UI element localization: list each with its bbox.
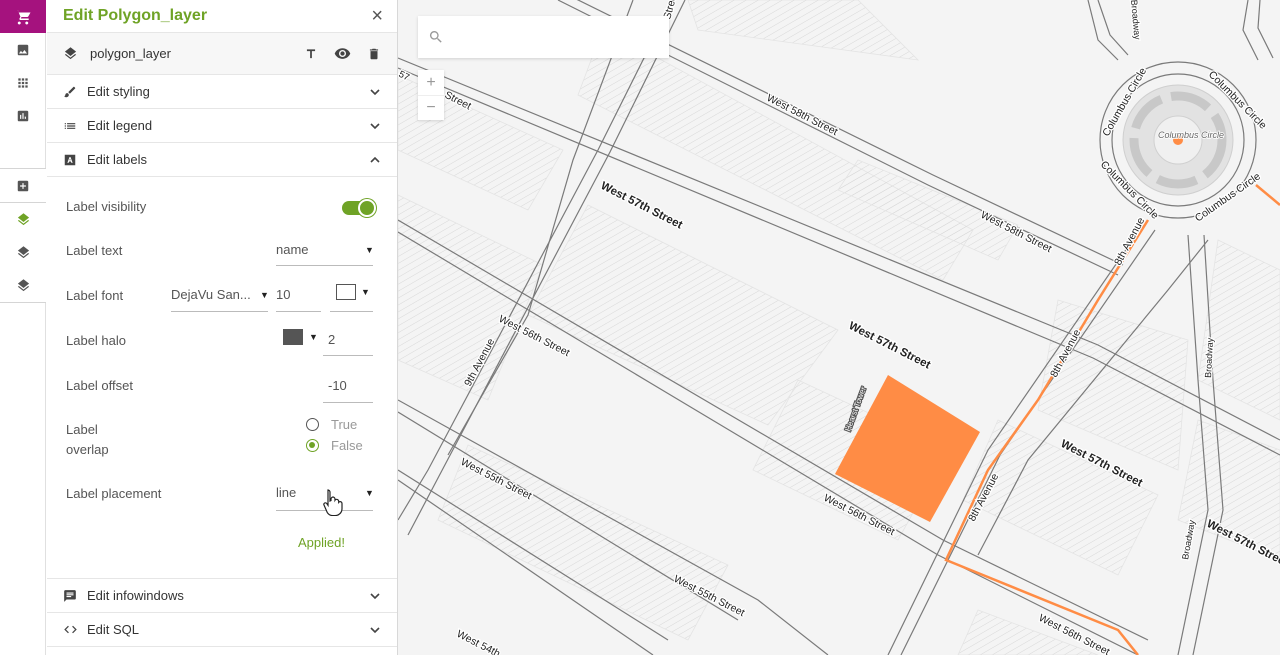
text-icon[interactable]	[304, 47, 318, 61]
street-label: Columbus Circle	[1158, 130, 1224, 140]
caret-down-icon: ▼	[365, 488, 374, 498]
layers-icon	[64, 47, 77, 60]
section-edit-legend[interactable]: Edit legend	[47, 109, 397, 143]
section-label: Edit SQL	[87, 622, 140, 637]
cart-icon	[16, 9, 31, 24]
layers-icon	[17, 213, 29, 226]
label-offset-value: -10	[328, 378, 347, 393]
chevron-down-icon	[370, 88, 380, 95]
section-label: Edit legend	[87, 118, 153, 133]
chevron-up-icon	[370, 156, 380, 163]
street-label: Broadway	[1203, 337, 1215, 378]
caret-down-icon: ▼	[309, 332, 318, 342]
section-edit-sql[interactable]: Edit SQL	[47, 613, 397, 647]
label-text-select[interactable]: name	[276, 236, 373, 266]
label-overlap-label-line1: Label	[66, 422, 98, 437]
overlap-false-label: False	[331, 438, 363, 453]
caret-down-icon: ▼	[361, 287, 370, 297]
zoom-control: + −	[418, 70, 444, 120]
map-search[interactable]	[418, 16, 669, 58]
label-offset-label: Label offset	[66, 378, 133, 393]
label-overlap-label-line2: overlap	[66, 442, 109, 457]
rail-item-basemaps[interactable]	[0, 33, 46, 66]
search-icon	[429, 31, 442, 43]
label-font-size-input[interactable]: 10	[276, 281, 321, 312]
label-font-size-value: 10	[276, 287, 291, 302]
rail-item-analysis[interactable]	[0, 99, 46, 132]
layer-name: polygon_layer	[90, 46, 171, 61]
label-placement-label: Label placement	[66, 486, 162, 501]
chevron-down-icon	[370, 626, 380, 633]
label-offset-input[interactable]: -10	[323, 371, 373, 403]
icon-rail	[0, 0, 46, 655]
panel-title: Edit Polygon_layer	[63, 7, 208, 24]
label-visibility-toggle[interactable]	[342, 199, 376, 217]
overlap-false-radio[interactable]	[306, 439, 319, 452]
label-halo-size-input[interactable]: 2	[323, 325, 373, 356]
rail-layer-1[interactable]	[0, 203, 46, 236]
section-label: Edit styling	[87, 84, 150, 99]
label-placement-value: line	[276, 485, 297, 500]
close-button[interactable]: ×	[371, 6, 383, 26]
text-box-icon	[64, 154, 76, 165]
section-label: Edit infowindows	[87, 588, 184, 603]
hand-cursor-icon	[323, 489, 343, 516]
app-root: Edit Polygon_layer × polygon_layer Edit …	[0, 0, 1280, 655]
map-canvas[interactable]: Hearst Tower West 58th Street West 58th …	[398, 0, 1280, 655]
panel-header: Edit Polygon_layer ×	[47, 0, 397, 33]
label-visibility-label: Label visibility	[66, 199, 147, 214]
caret-down-icon: ▼	[260, 290, 269, 300]
label-halo-label: Label halo	[66, 333, 126, 348]
chart-icon	[17, 110, 29, 121]
label-font-select[interactable]: DejaVu San...	[171, 281, 268, 312]
labels-form: Label visibility Label text name ▼ Label…	[47, 177, 397, 579]
font-color-swatch	[336, 284, 356, 300]
zoom-in-button[interactable]: +	[418, 70, 444, 95]
overlap-true-radio[interactable]	[306, 418, 319, 431]
label-font-value: DejaVu San...	[171, 287, 251, 302]
label-halo-size-value: 2	[328, 332, 336, 347]
rail-item-widgets[interactable]	[0, 66, 46, 99]
section-edit-styling[interactable]: Edit styling	[47, 75, 397, 109]
section-edit-labels[interactable]: Edit labels	[47, 143, 397, 177]
image-icon	[17, 44, 29, 55]
label-font-label: Label font	[66, 288, 124, 303]
chevron-down-icon	[370, 122, 380, 129]
layers-icon	[17, 246, 29, 259]
comment-icon	[64, 589, 76, 602]
brush-icon	[64, 86, 76, 97]
code-icon	[64, 625, 77, 634]
zoom-out-button[interactable]: −	[418, 95, 444, 120]
section-edit-infowindows[interactable]: Edit infowindows	[47, 579, 397, 613]
add-box-icon	[17, 180, 29, 191]
grid-icon	[18, 77, 28, 88]
label-text-value: name	[276, 242, 309, 257]
rail-layer-3[interactable]	[0, 269, 46, 302]
eye-icon[interactable]	[334, 45, 351, 62]
halo-color-swatch[interactable]	[283, 329, 303, 345]
chevron-down-icon	[370, 592, 380, 599]
trash-icon[interactable]	[367, 47, 381, 61]
rail-layers-group	[0, 168, 46, 303]
list-icon	[64, 122, 76, 129]
basket-button[interactable]	[0, 0, 46, 33]
add-layer-button[interactable]	[0, 169, 46, 202]
section-label: Edit labels	[87, 152, 147, 167]
caret-down-icon: ▼	[365, 245, 374, 255]
layers-icon	[17, 279, 29, 292]
street-map[interactable]: Hearst Tower West 58th Street West 58th …	[398, 0, 1280, 655]
layer-row: polygon_layer	[47, 33, 397, 75]
label-text-label: Label text	[66, 243, 123, 258]
edit-layer-panel: Edit Polygon_layer × polygon_layer Edit …	[47, 0, 398, 655]
applied-status: Applied!	[298, 535, 345, 550]
overlap-true-label: True	[331, 417, 358, 432]
rail-layer-2[interactable]	[0, 236, 46, 269]
